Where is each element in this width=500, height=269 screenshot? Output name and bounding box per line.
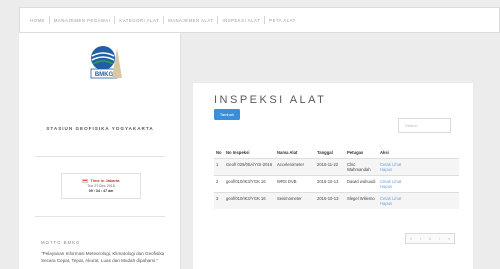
pagination: « ‹ 1 › » — [405, 233, 455, 244]
header-nama-alat[interactable]: Nama Alat — [275, 147, 315, 159]
pagination-prev[interactable]: ‹ — [420, 237, 421, 241]
header-petugas[interactable]: Petugas — [345, 147, 378, 159]
hapus-link[interactable]: Hapus — [380, 184, 392, 189]
svg-text:BMKG: BMKG — [95, 72, 114, 78]
page-title: INSPEKSI ALAT — [214, 94, 327, 106]
motto-title: MOTTO BMKG — [41, 240, 81, 245]
pagination-next[interactable]: › — [439, 237, 440, 241]
bmkg-logo: BMKG — [89, 44, 123, 84]
table-header-row: No No Inspeksi Nama Alat Tanggal Petugas… — [214, 147, 459, 159]
cell-nama-alat: WRS DVB — [275, 175, 315, 193]
clock-timezone: Time in Jakarta — [62, 178, 140, 183]
cell-tanggal: 2016-11-22 — [315, 158, 345, 176]
nav-home[interactable]: HOME — [26, 18, 49, 23]
cell-no: 2 — [214, 175, 224, 193]
cell-nama-alat: Seismometer — [275, 192, 315, 209]
table-row: 3 geof/010/IK3/YGK 16 Seismometer 2016-1… — [214, 192, 459, 209]
pagination-last[interactable]: » — [448, 237, 450, 241]
indonesia-flag-icon — [82, 178, 89, 183]
header-no[interactable]: No — [214, 147, 224, 159]
divider — [35, 216, 165, 217]
nav-peta-alat[interactable]: PETA ALAT — [265, 18, 300, 23]
pagination-page[interactable]: 1 — [429, 237, 431, 241]
cell-tanggal: 2016-10-13 — [315, 192, 345, 209]
cell-petugas: Chic Wahmandah — [345, 158, 378, 176]
cell-aksi: Cetak Lihat Hapus — [378, 158, 459, 176]
cell-no: 3 — [214, 192, 224, 209]
cell-no-inspeksi: geof/010/IK3/YGK 16 — [224, 192, 275, 209]
nav-manajemen-pegawai[interactable]: MANAJEMEN PEGAWAI — [50, 18, 114, 23]
cell-no: 1 — [214, 158, 224, 176]
cell-nama-alat: Accelerometer — [275, 158, 315, 176]
header-no-inspeksi[interactable]: No Inspeksi — [224, 147, 275, 159]
cell-tanggal: 2016-10-13 — [315, 175, 345, 193]
clock-widget[interactable]: Time in Jakarta Tue 27 Dec 2016 09 : 34 … — [61, 173, 141, 199]
nav-manajemen-alat[interactable]: MANAJEMEN ALAT — [164, 18, 217, 23]
header-aksi: Aksi — [380, 150, 389, 155]
cell-petugas: Slegel Wiliemo — [345, 192, 378, 209]
header-tanggal[interactable]: Tanggal — [315, 147, 345, 159]
inspeksi-panel: INSPEKSI ALAT Tambah No No Inspeksi Nama… — [193, 83, 473, 269]
divider — [35, 156, 165, 157]
main-content: INSPEKSI ALAT Tambah No No Inspeksi Nama… — [181, 33, 500, 269]
add-button[interactable]: Tambah — [214, 109, 240, 120]
clock-timezone-label: Time in Jakarta — [90, 178, 120, 183]
cell-aksi: Cetak Lihat Hapus — [378, 192, 459, 209]
hapus-link[interactable]: Hapus — [380, 201, 392, 206]
table-row: 1 Geof/ 025/05A/YGI-2016 Accelerometer 2… — [214, 158, 459, 176]
inspeksi-table: No No Inspeksi Nama Alat Tanggal Petugas… — [214, 147, 459, 209]
cell-no-inspeksi: geof/010/IK3/YGK 16 — [224, 175, 275, 193]
pagination-first[interactable]: « — [410, 237, 412, 241]
cell-petugas: Dawid wahuudi — [345, 175, 378, 193]
clock-date: Tue 27 Dec 2016 — [87, 184, 115, 188]
clock-time: 09 : 34 : 47 am — [88, 189, 114, 193]
search-input[interactable] — [398, 118, 451, 133]
table-row: 2 geof/010/IK3/YGK 16 WRS DVB 2016-10-13… — [214, 175, 459, 193]
hapus-link[interactable]: Hapus — [380, 167, 392, 172]
nav-inspeksi-alat[interactable]: INSPEKSI ALAT — [218, 18, 264, 23]
cell-no-inspeksi: Geof/ 025/05A/YGI-2016 — [224, 158, 275, 176]
station-name: STASIUN GEOFISIKA YOGYAKARTA — [46, 126, 154, 131]
top-nav: HOME MANAJEMEN PEGAWAI KATEGORI ALAT MAN… — [19, 7, 500, 33]
cell-aksi: Cetak Lihat Hapus — [378, 175, 459, 193]
motto-text: "Pelayanan Informasi Meteorologi, Klimat… — [41, 251, 165, 263]
nav-kategori-alat[interactable]: KATEGORI ALAT — [115, 18, 163, 23]
sidebar: BMKG STASIUN GEOFISIKA YOGYAKARTA Time i… — [19, 33, 181, 269]
